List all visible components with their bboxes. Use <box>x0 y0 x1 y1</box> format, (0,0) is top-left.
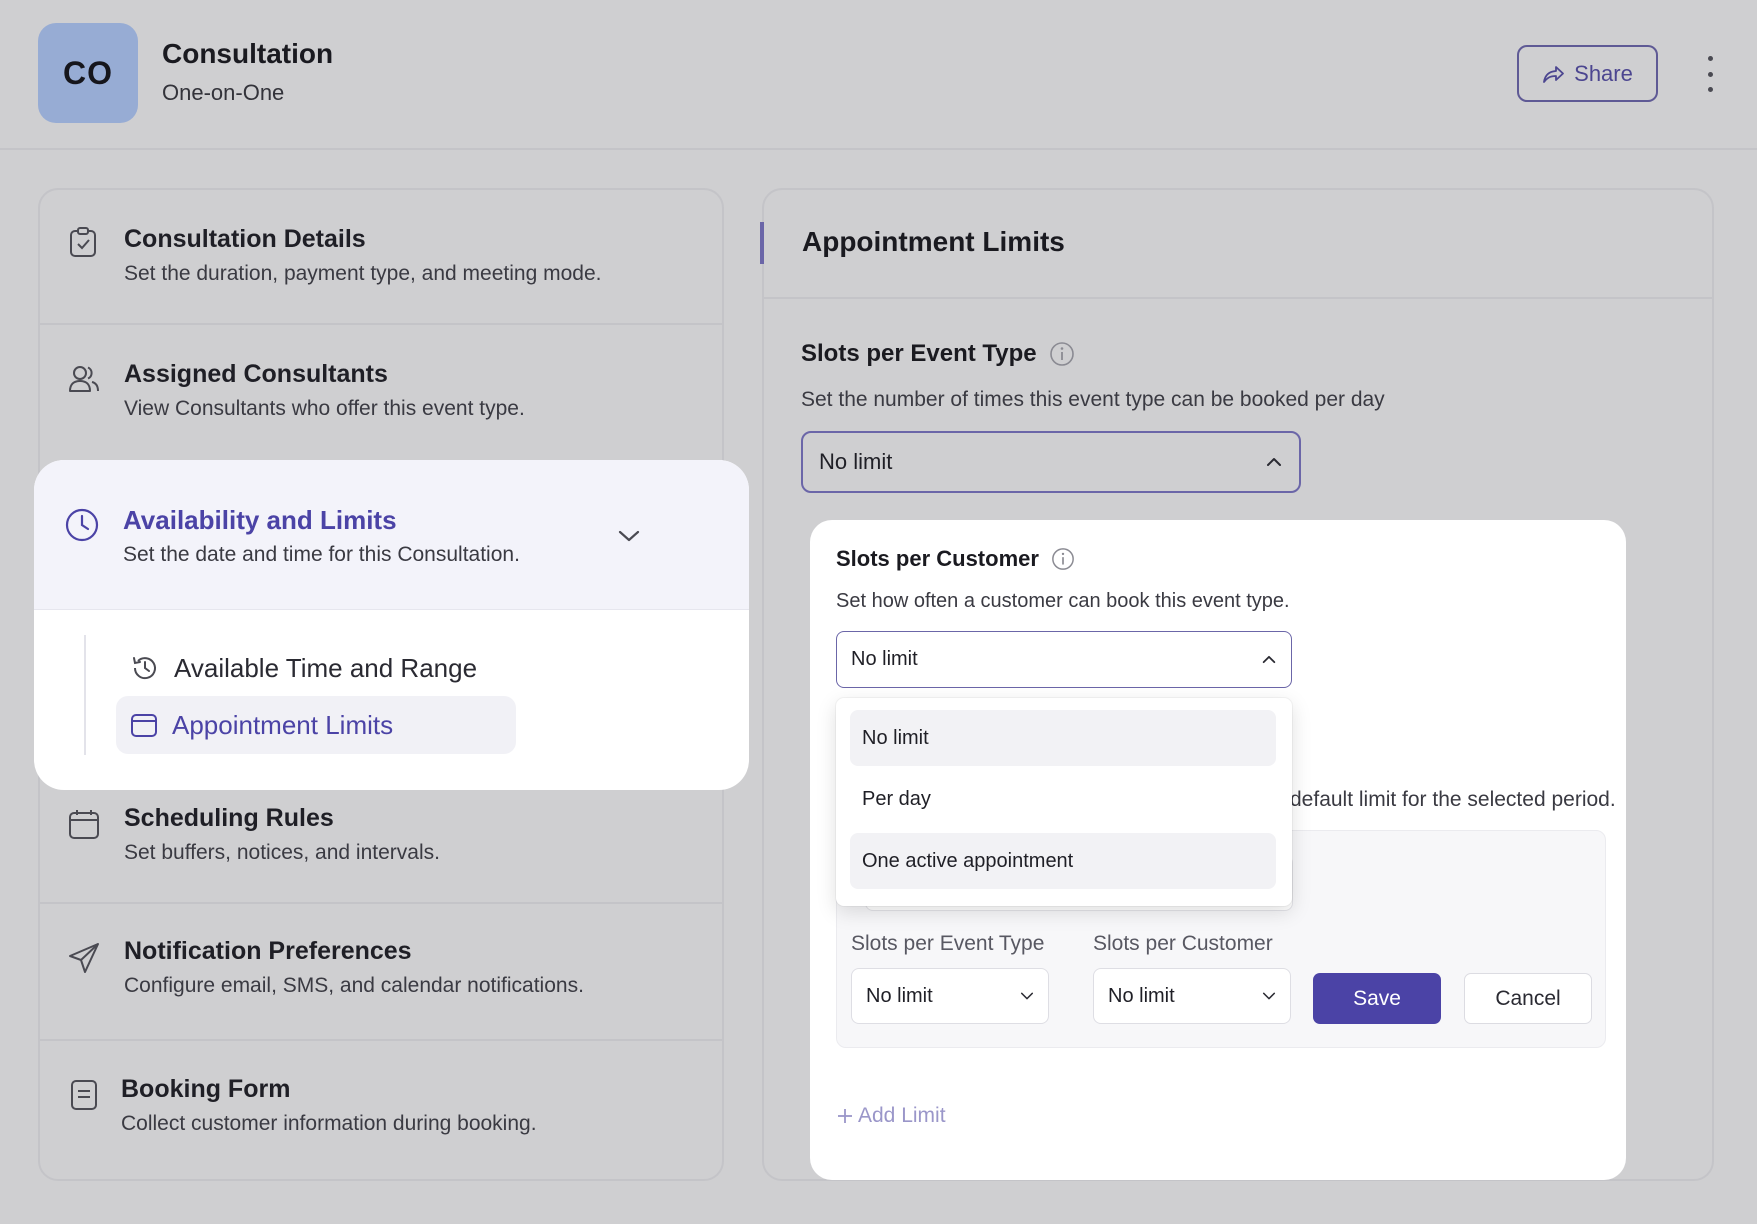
nav-item-desc: Set the duration, payment type, and meet… <box>124 262 602 285</box>
calendar-icon <box>130 711 158 739</box>
more-options-icon[interactable] <box>1700 56 1720 92</box>
slots-event-desc: Set the number of times this event type … <box>801 388 1385 411</box>
dropdown-option-no-limit[interactable]: No limit <box>850 710 1276 766</box>
nav-item-assigned-consultants[interactable]: Assigned Consultants View Consultants wh… <box>38 325 724 460</box>
event-limit-label: Slots per Event Type <box>851 932 1045 955</box>
slots-customer-card: Slots per Customer Set how often a custo… <box>810 520 1626 1180</box>
slots-customer-dropdown: No limit Per day One active appointment <box>836 698 1292 906</box>
slots-event-title-text: Slots per Event Type <box>801 340 1037 367</box>
save-button[interactable]: Save <box>1313 973 1441 1024</box>
users-icon <box>68 363 100 395</box>
select-value: No limit <box>1108 984 1175 1007</box>
slots-event-title: Slots per Event Type <box>801 340 1075 368</box>
slots-customer-desc: Set how often a customer can book this e… <box>836 590 1290 612</box>
info-icon[interactable] <box>1049 341 1075 367</box>
plus-icon <box>836 1107 854 1125</box>
info-icon[interactable] <box>1051 547 1075 571</box>
select-value: No limit <box>866 984 933 1007</box>
availability-limits-card: Availability and Limits Set the date and… <box>34 460 749 790</box>
nav-item-title: Availability and Limits <box>123 505 397 535</box>
history-clock-icon <box>130 653 160 683</box>
event-limit-select[interactable]: No limit <box>851 968 1049 1024</box>
nav-item-title: Assigned Consultants <box>124 360 388 388</box>
nav-item-title: Scheduling Rules <box>124 804 334 832</box>
avatar-initials: CO <box>63 54 113 91</box>
sub-nav-guide-line <box>84 635 86 755</box>
sub-nav-available-time[interactable]: Available Time and Range <box>130 643 477 693</box>
chevron-up-icon <box>1261 654 1277 665</box>
chevron-down-icon[interactable] <box>617 528 641 544</box>
share-button[interactable]: Share <box>1517 45 1658 102</box>
select-value: No limit <box>851 648 918 670</box>
page-header <box>0 0 1757 150</box>
send-icon <box>68 942 100 974</box>
clock-icon <box>65 508 99 542</box>
nav-item-desc: Set buffers, notices, and intervals. <box>124 841 440 864</box>
add-limit-button[interactable]: Add Limit <box>836 1104 946 1128</box>
sub-nav-appointment-limits[interactable]: Appointment Limits <box>116 696 516 754</box>
avatar: CO <box>38 23 138 123</box>
slots-customer-title-text: Slots per Customer <box>836 546 1039 571</box>
dropdown-option-per-day[interactable]: Per day <box>850 771 1276 827</box>
nav-item-title: Booking Form <box>121 1075 291 1103</box>
chevron-down-icon <box>1262 991 1276 1001</box>
dropdown-option-one-active[interactable]: One active appointment <box>850 833 1276 889</box>
chevron-down-icon <box>1020 991 1034 1001</box>
section-accent-bar <box>760 222 764 264</box>
form-icon <box>70 1079 98 1111</box>
section-divider <box>762 297 1714 299</box>
clipboard-check-icon <box>68 226 98 258</box>
nav-item-scheduling-rules[interactable]: Scheduling Rules Set buffers, notices, a… <box>38 790 724 902</box>
nav-item-consultation-details[interactable]: Consultation Details Set the duration, p… <box>38 188 724 323</box>
nav-item-title: Consultation Details <box>124 225 366 253</box>
nav-item-desc: Configure email, SMS, and calendar notif… <box>124 974 584 997</box>
slots-customer-title: Slots per Customer <box>836 546 1075 572</box>
cancel-button[interactable]: Cancel <box>1464 973 1592 1024</box>
nav-item-desc: Set the date and time for this Consultat… <box>123 543 520 566</box>
chevron-up-icon <box>1265 456 1283 468</box>
section-title: Appointment Limits <box>802 226 1065 257</box>
sub-nav-label: Appointment Limits <box>172 709 394 740</box>
customer-limit-label: Slots per Customer <box>1093 932 1273 955</box>
nav-item-availability-limits[interactable]: Availability and Limits Set the date and… <box>34 460 749 610</box>
slots-customer-select[interactable]: No limit <box>836 631 1292 688</box>
share-icon <box>1542 64 1566 84</box>
nav-item-booking-form[interactable]: Booking Form Collect customer informatio… <box>38 1041 724 1179</box>
share-label: Share <box>1574 60 1633 86</box>
sub-nav-label: Available Time and Range <box>174 652 478 683</box>
nav-item-title: Notification Preferences <box>124 937 412 965</box>
calendar-icon <box>68 808 100 840</box>
limit-description-partial: default limit for the selected period. <box>1290 788 1616 811</box>
slots-event-select[interactable]: No limit <box>801 431 1301 493</box>
nav-item-notification-preferences[interactable]: Notification Preferences Configure email… <box>38 904 724 1039</box>
nav-item-desc: Collect customer information during book… <box>121 1112 537 1135</box>
select-value: No limit <box>819 449 893 474</box>
page-subtitle: One-on-One <box>162 80 285 105</box>
add-limit-label: Add Limit <box>858 1104 946 1127</box>
page-title: Consultation <box>162 38 334 69</box>
customer-limit-select[interactable]: No limit <box>1093 968 1291 1024</box>
nav-item-desc: View Consultants who offer this event ty… <box>124 397 525 420</box>
